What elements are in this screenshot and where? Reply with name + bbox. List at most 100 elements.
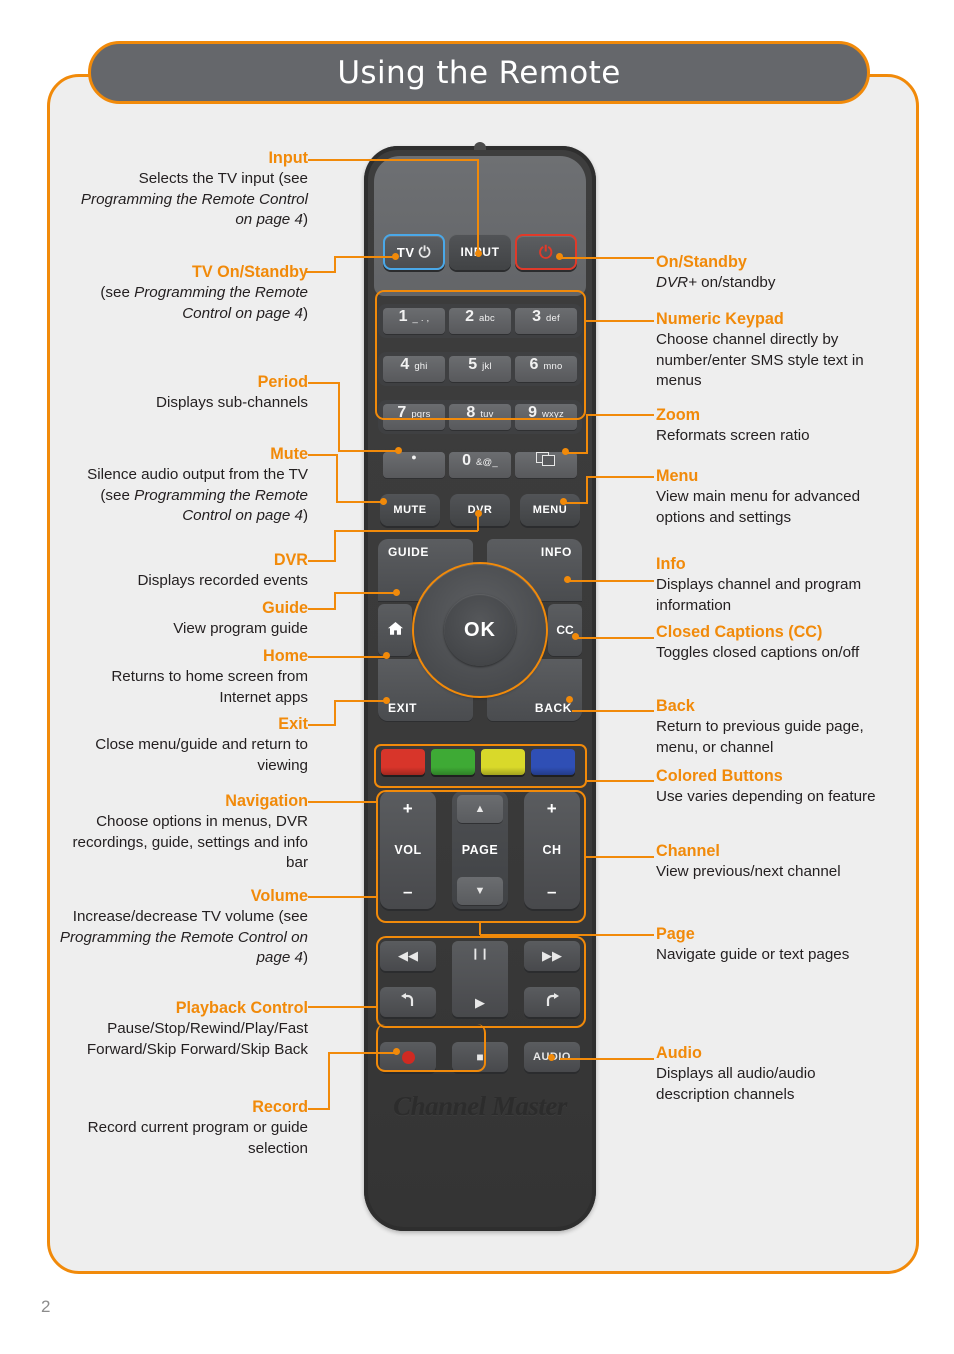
leader-input-v bbox=[477, 159, 479, 253]
annotation-body: Return to previous guide page, menu, or … bbox=[656, 718, 864, 756]
annotation-title: Zoom bbox=[656, 406, 701, 424]
outline-numeric-keypad bbox=[375, 290, 586, 420]
annotation-closed-captions: Closed Captions (CC) Toggles closed capt… bbox=[656, 622, 886, 664]
annotation-title: Mute bbox=[270, 445, 308, 463]
info-label: INFO bbox=[540, 545, 572, 559]
annotation-body: Choose channel directly by number/enter … bbox=[656, 331, 864, 389]
home-button[interactable] bbox=[378, 604, 412, 656]
leader-dvr-a bbox=[308, 560, 336, 562]
leader-guide-b bbox=[334, 592, 396, 594]
leader-nav-a bbox=[308, 801, 336, 803]
annotation-body: View program guide bbox=[173, 620, 308, 637]
leader-tv-b bbox=[334, 256, 396, 258]
period-button[interactable]: ● bbox=[383, 452, 445, 478]
page-header: Using the Remote bbox=[88, 41, 870, 104]
leader-zoom-v bbox=[586, 414, 588, 453]
annotation-playback-control: Playback Control Pause/Stop/Rewind/Play/… bbox=[52, 998, 308, 1060]
annotation-body: Navigate guide or text pages bbox=[656, 946, 850, 963]
tv-label: TV bbox=[396, 244, 415, 260]
brand-logo: Channel Master bbox=[393, 1091, 567, 1121]
leader-period-b bbox=[338, 450, 399, 452]
annotation-navigation: Navigation Choose options in menus, DVR … bbox=[52, 791, 308, 874]
annotation-title: Menu bbox=[656, 467, 699, 485]
annotation-title: Guide bbox=[262, 599, 308, 617]
leader-mute-v bbox=[336, 454, 338, 502]
leader-dot-menu bbox=[560, 498, 567, 505]
annotation-body: Close menu/guide and return to viewing bbox=[95, 736, 308, 774]
leader-record-v bbox=[328, 1052, 330, 1110]
leader-dot-record bbox=[393, 1048, 400, 1055]
leader-menu-v bbox=[586, 476, 588, 503]
annotation-guide: Guide View program guide bbox=[60, 598, 308, 640]
annotation-title: TV On/Standby bbox=[191, 263, 308, 281]
leader-page-v bbox=[479, 922, 481, 935]
mute-button[interactable]: MUTE bbox=[380, 494, 440, 526]
keypad-row-4: ● 0 &@_ bbox=[378, 448, 582, 482]
leader-tv-v bbox=[334, 256, 336, 273]
leader-mute-a bbox=[308, 454, 338, 456]
annotation-record: Record Record current program or guide s… bbox=[60, 1097, 308, 1159]
leader-exit-a bbox=[308, 724, 336, 726]
annotation-title: Period bbox=[257, 373, 308, 391]
leader-standby bbox=[562, 257, 654, 259]
leader-audio bbox=[560, 1058, 654, 1060]
leader-dot-mute bbox=[380, 498, 387, 505]
annotation-title: Volume bbox=[250, 887, 308, 905]
standby-power-button[interactable]: ⏻ bbox=[515, 234, 577, 270]
annotation-home: Home Returns to home screen from Interne… bbox=[60, 646, 308, 708]
mute-label: MUTE bbox=[393, 504, 427, 516]
leader-exit-v bbox=[334, 700, 336, 726]
annotation-body: Displays channel and program information bbox=[656, 576, 862, 614]
remote-faceplate bbox=[374, 156, 586, 296]
zoom-icon bbox=[536, 452, 556, 466]
exit-label: EXIT bbox=[388, 701, 418, 715]
annotation-volume: Volume Increase/decrease TV volume (see … bbox=[52, 886, 308, 969]
leader-back bbox=[572, 710, 654, 712]
leader-dot-guide bbox=[393, 589, 400, 596]
annotation-title: Numeric Keypad bbox=[656, 310, 784, 328]
annotation-body: Displays all audio/audio description cha… bbox=[656, 1065, 816, 1103]
leader-dot-back bbox=[566, 696, 573, 703]
annotation-title: Info bbox=[656, 555, 686, 573]
leader-zoom-a bbox=[566, 452, 588, 454]
leader-period-a bbox=[308, 382, 340, 384]
annotation-body: Choose options in menus, DVR recordings,… bbox=[72, 813, 308, 871]
power-icon: ⏻ bbox=[538, 242, 554, 262]
leader-dvr-v bbox=[334, 530, 336, 562]
annotation-body: DVR+ on/standby bbox=[656, 274, 776, 291]
menu-button[interactable]: MENU bbox=[520, 494, 580, 526]
ir-emitter-nub bbox=[474, 142, 486, 150]
outline-navigation-rockers bbox=[376, 790, 586, 923]
annotation-tv-on-standby: TV On/Standby (see Programming the Remot… bbox=[60, 262, 308, 324]
key-0[interactable]: 0 &@_ bbox=[449, 452, 511, 478]
leader-menu-a bbox=[564, 502, 588, 504]
leader-menu-b bbox=[586, 476, 654, 478]
annotation-body: View previous/next channel bbox=[656, 863, 841, 880]
annotation-numeric-keypad: Numeric Keypad Choose channel directly b… bbox=[656, 309, 886, 392]
leader-dot-audio bbox=[548, 1054, 555, 1061]
leader-dot-period bbox=[395, 447, 402, 454]
leader-info bbox=[570, 580, 654, 582]
annotation-exit: Exit Close menu/guide and return to view… bbox=[60, 714, 308, 776]
annotation-title: Playback Control bbox=[175, 999, 308, 1017]
key-letters: &@_ bbox=[476, 457, 498, 468]
leader-period-v bbox=[338, 382, 340, 451]
key-number: 0 bbox=[462, 452, 472, 469]
zoom-button[interactable] bbox=[515, 452, 577, 478]
annotation-body: Increase/decrease TV volume (see Program… bbox=[59, 908, 308, 966]
leader-dvr-b bbox=[334, 530, 478, 532]
annotation-mute: Mute Silence audio output from the TV (s… bbox=[60, 444, 308, 527]
leader-exit-b bbox=[334, 700, 386, 702]
closed-captions-button[interactable]: CC bbox=[548, 604, 582, 656]
leader-tv-a bbox=[306, 271, 336, 273]
annotation-body: Record current program or guide selectio… bbox=[87, 1119, 308, 1157]
annotation-title: Colored Buttons bbox=[656, 767, 783, 785]
annotation-body: Use varies depending on feature bbox=[656, 788, 876, 805]
annotation-title: Page bbox=[656, 925, 695, 943]
leader-dot-dvr bbox=[475, 510, 482, 517]
tv-power-button[interactable]: TV ⏻ bbox=[383, 234, 445, 270]
annotation-title: DVR bbox=[273, 551, 308, 569]
navigation-cluster: GUIDE INFO CC EXIT BACK OK bbox=[378, 539, 582, 721]
annotation-body: Displays recorded events bbox=[137, 572, 308, 589]
annotation-title: Navigation bbox=[225, 792, 308, 810]
